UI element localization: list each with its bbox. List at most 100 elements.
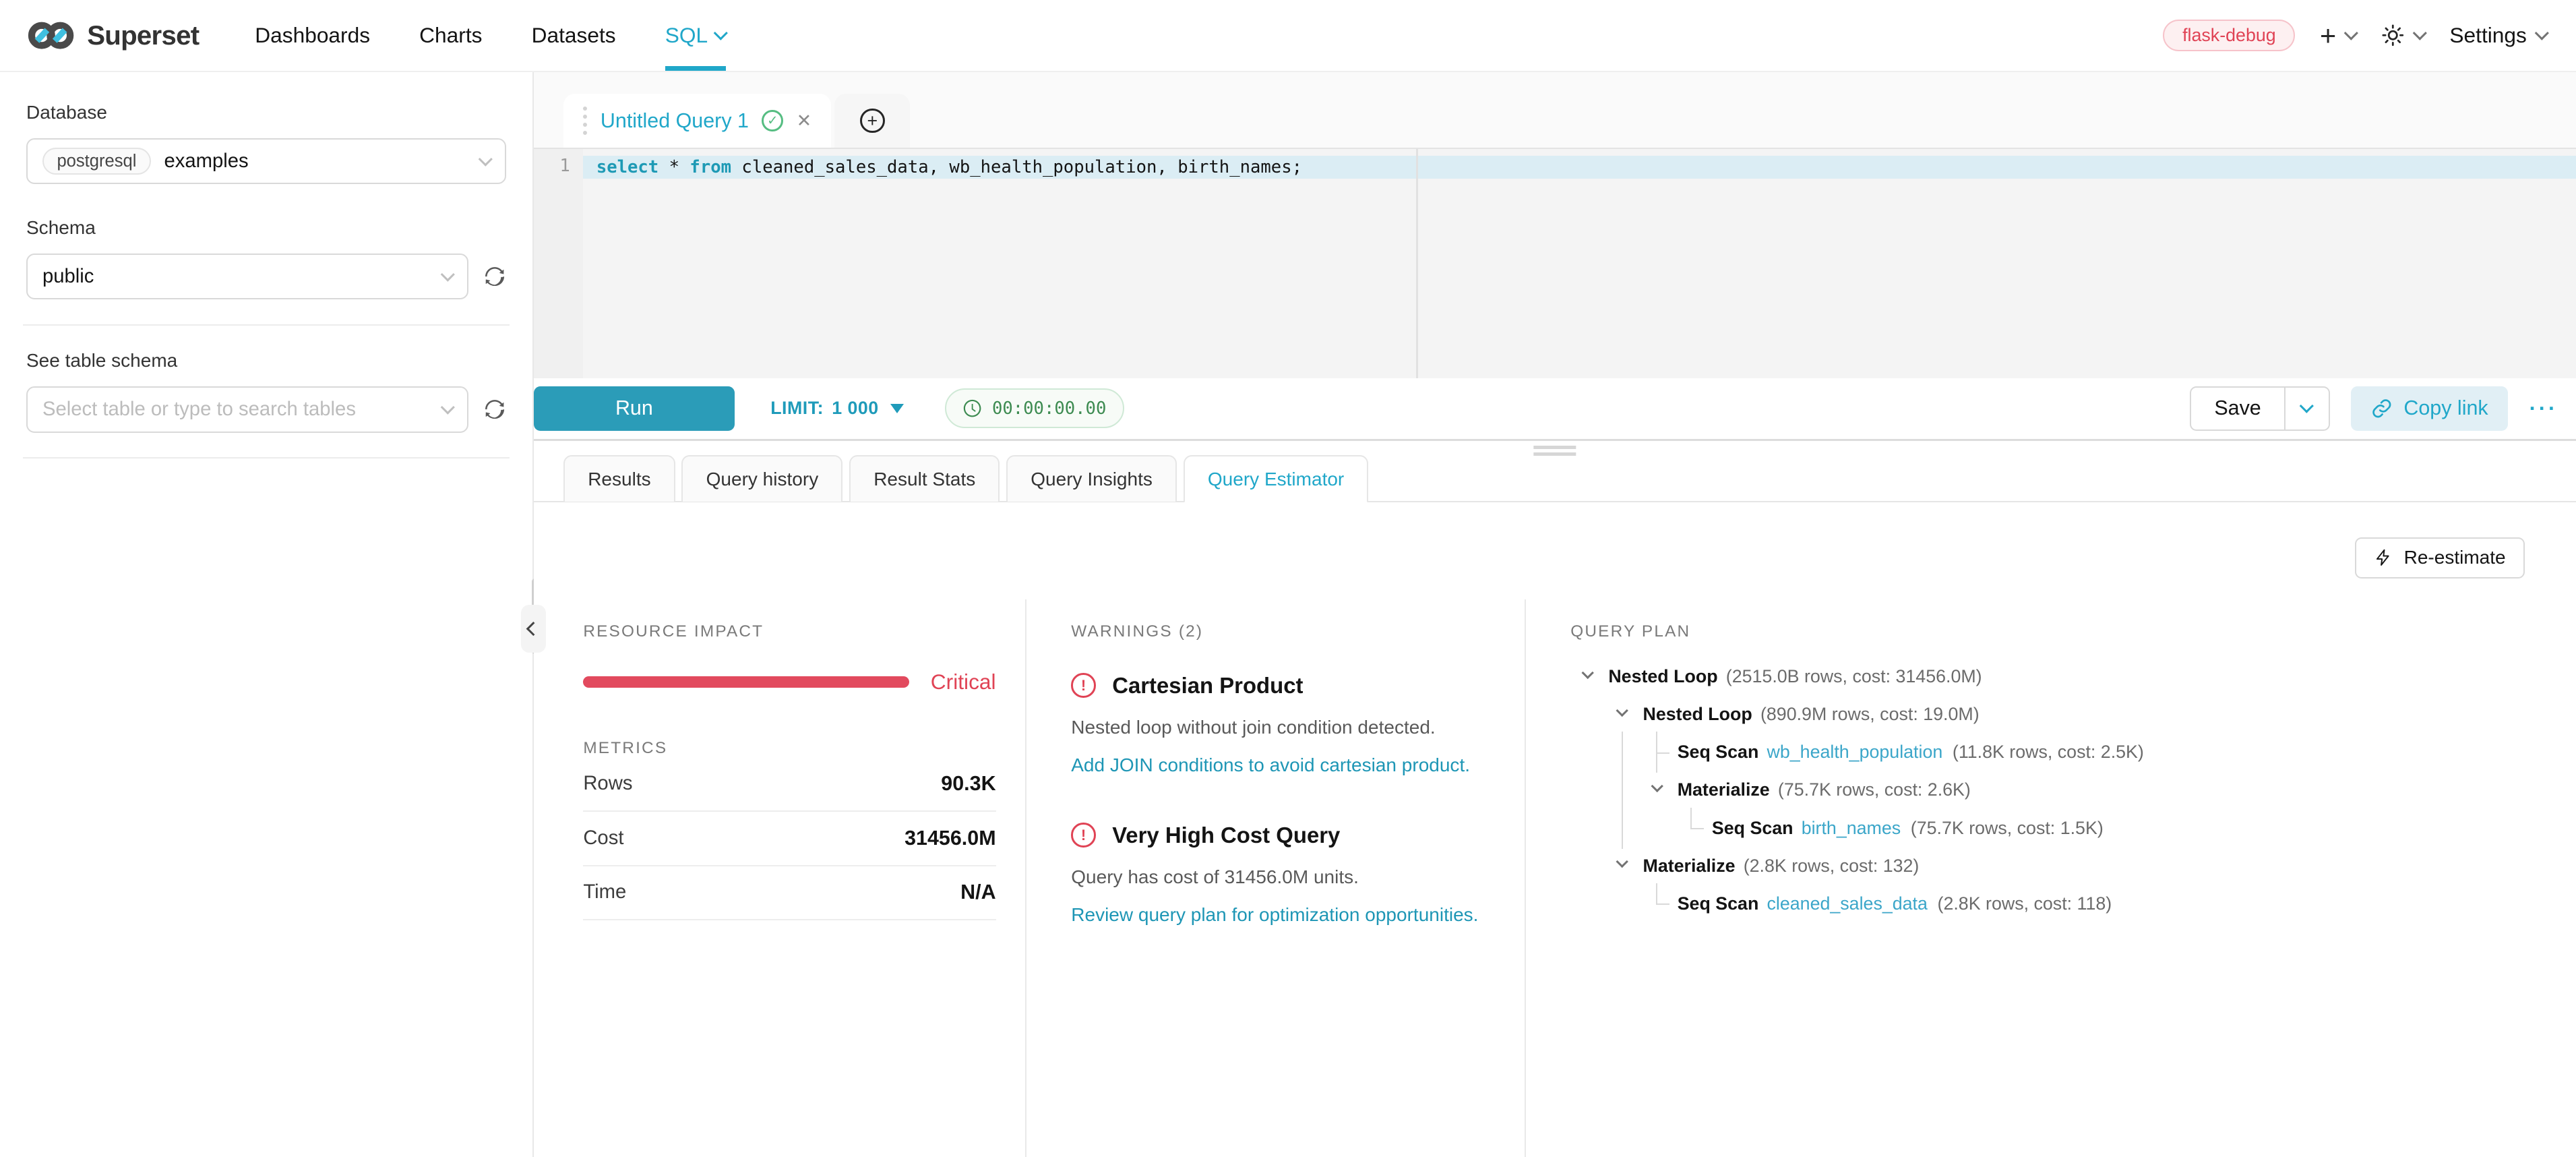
tab-result-stats[interactable]: Result Stats [849,455,1000,503]
chevron-left-icon [526,622,541,636]
query-tabstrip: Untitled Query 1 ✓ ✕ + [534,72,2576,148]
resource-impact-header: RESOURCE IMPACT [583,622,995,641]
caret-down-icon[interactable] [1570,658,1605,696]
limit-value: 1 000 [832,398,879,419]
save-dropdown-button[interactable] [2284,388,2329,429]
collapse-panel-button[interactable] [521,605,546,653]
app-header: Superset Dashboards Charts Datasets SQL … [0,0,2576,72]
database-label: Database [26,102,506,123]
chevron-down-icon [2344,26,2358,40]
chevron-down-icon [441,400,455,415]
nav-item-datasets[interactable]: Datasets [532,0,616,71]
lightning-icon [2374,547,2393,568]
add-query-tab-button[interactable]: + [834,94,910,148]
query-plan-tree: Nested Loop (2515.0B rows, cost: 31456.0… [1570,658,2576,922]
sql-editor[interactable]: 1 select * from cleaned_sales_data, wb_h… [534,148,2576,378]
settings-menu-button[interactable]: Settings [2449,23,2546,48]
editor-toolbar: Run LIMIT: 1 000 00:00:00.00 Save [534,378,2576,439]
theme-menu-button[interactable] [2381,23,2425,48]
nav-item-charts[interactable]: Charts [419,0,482,71]
metric-row-time: Time N/A [583,866,995,920]
theme-sun-icon [2381,23,2405,48]
database-select[interactable]: postgresql examples [26,138,506,184]
copy-link-button[interactable]: Copy link [2351,386,2508,431]
settings-label: Settings [2449,23,2526,48]
database-value: examples [164,150,248,173]
environment-badge: flask-debug [2163,20,2295,51]
plus-icon: + [2320,22,2336,49]
query-plan-section: QUERY PLAN Nested Loop (2515.0B rows, co… [1526,599,2576,1157]
table-link[interactable]: cleaned_sales_data [1767,893,1928,914]
warnings-section: WARNINGS (2) ! Cartesian Product Nested … [1026,599,1526,1157]
warning-suggestion-link[interactable]: Review query plan for optimization oppor… [1071,904,1478,926]
close-tab-icon[interactable]: ✕ [797,111,811,131]
metrics-header: METRICS [583,739,995,758]
more-actions-button[interactable]: ··· [2529,396,2558,421]
drag-handle-icon[interactable] [583,107,587,136]
chevron-down-icon [2534,26,2548,40]
table-link[interactable]: wb_health_population [1767,742,1943,763]
caret-down-icon[interactable] [1605,847,1639,885]
tab-query-estimator[interactable]: Query Estimator [1184,455,1369,503]
tree-branch-connector [1640,734,1674,771]
table-select-placeholder: Select table or type to search tables [42,398,356,421]
warning-suggestion-link[interactable]: Add JOIN conditions to avoid cartesian p… [1071,754,1470,776]
save-button[interactable]: Save [2191,388,2284,429]
tab-results[interactable]: Results [563,455,675,503]
splitter-grip-icon[interactable] [1533,446,1576,459]
reestimate-button[interactable]: Re-estimate [2355,537,2525,578]
caret-down-icon[interactable] [1640,771,1674,809]
divider [23,457,510,458]
plan-node: Nested Loop (890.9M rows, cost: 19.0M) [1570,696,2576,734]
tree-line [1605,771,1639,809]
query-estimator-panel: Re-estimate RESOURCE IMPACT Critical MET… [534,502,2576,1157]
nav-item-sql[interactable]: SQL [665,0,726,71]
run-query-button[interactable]: Run [534,386,734,431]
limit-dropdown[interactable]: LIMIT: 1 000 [770,398,904,419]
superset-logo[interactable]: Superset [26,0,199,71]
tab-query-history[interactable]: Query history [681,455,842,503]
plan-node: Seq Scan wb_health_population (11.8K row… [1570,734,2576,771]
nav-item-dashboards[interactable]: Dashboards [255,0,370,71]
sql-code-line[interactable]: select * from cleaned_sales_data, wb_hea… [583,156,2576,179]
table-select[interactable]: Select table or type to search tables [26,386,468,432]
link-icon [2371,398,2393,419]
superset-infinity-icon [26,18,75,53]
plan-node: Seq Scan cleaned_sales_data (2.8K rows, … [1570,885,2576,922]
refresh-schemas-icon[interactable] [483,265,506,288]
query-tab[interactable]: Untitled Query 1 ✓ ✕ [563,94,831,148]
impact-level: Critical [931,670,996,694]
caret-down-icon[interactable] [1605,696,1639,734]
tree-last-connector [1674,809,1709,847]
plan-node: Materialize (75.7K rows, cost: 2.6K) [1570,771,2576,809]
warning-cartesian-product: ! Cartesian Product Nested loop without … [1071,673,1498,778]
warning-description: Query has cost of 31456.0M units. [1071,866,1498,888]
chevron-down-icon [2413,26,2427,40]
limit-label: LIMIT: [770,398,824,419]
chevron-down-icon [441,267,455,281]
copy-link-label: Copy link [2403,396,2488,420]
pane-splitter[interactable] [534,439,2576,455]
metric-row-cost: Cost 31456.0M [583,812,995,866]
schema-value: public [42,266,94,288]
query-success-icon: ✓ [762,110,783,131]
metric-row-rows: Rows 90.3K [583,758,995,812]
exclamation-circle-icon: ! [1071,673,1096,698]
schema-select[interactable]: public [26,254,468,299]
brand-name: Superset [87,20,199,51]
new-menu-button[interactable]: + [2320,22,2356,49]
database-engine-tag: postgresql [42,148,151,175]
resource-impact-section: RESOURCE IMPACT Critical METRICS Rows 90… [534,599,1026,1157]
tab-query-insights[interactable]: Query Insights [1006,455,1177,503]
exclamation-circle-icon: ! [1071,823,1096,848]
warnings-header: WARNINGS (2) [1071,622,1498,641]
clock-icon [962,398,982,418]
table-schema-label: See table schema [26,350,506,372]
query-plan-header: QUERY PLAN [1570,622,2576,641]
main-nav: Dashboards Charts Datasets SQL [255,0,726,71]
editor-code-area[interactable]: select * from cleaned_sales_data, wb_hea… [583,149,2576,378]
refresh-tables-icon[interactable] [483,398,506,421]
table-link[interactable]: birth_names [1802,818,1901,839]
query-tab-title: Untitled Query 1 [601,109,749,133]
plan-node: Nested Loop (2515.0B rows, cost: 31456.0… [1570,658,2576,696]
